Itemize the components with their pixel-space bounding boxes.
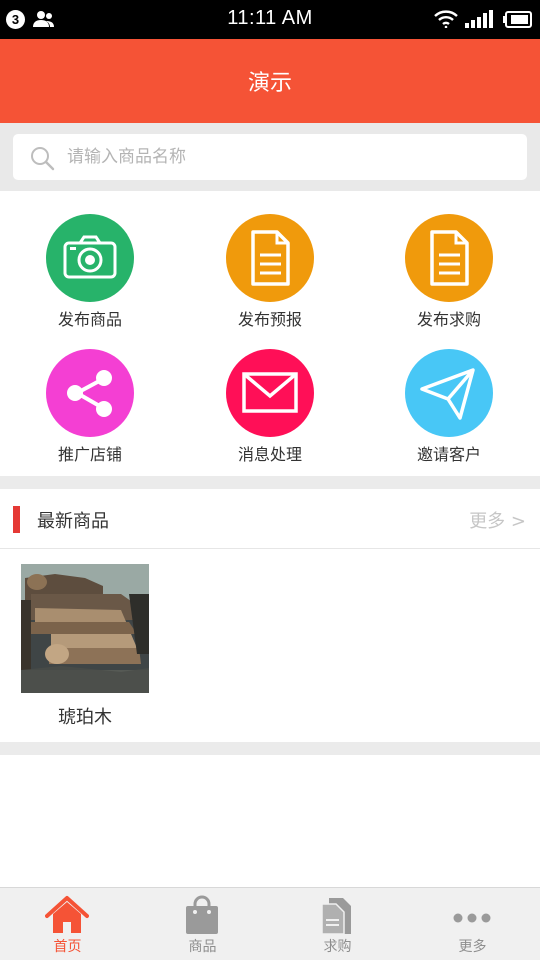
search-area (0, 123, 540, 191)
action-label: 发布预报 (237, 310, 302, 329)
home-icon (45, 896, 89, 933)
action-circle (405, 214, 493, 302)
latest-products-list: 琥珀木 (0, 550, 540, 742)
status-clock: 11:11 AM (227, 7, 313, 29)
section-title: 最新商品 (37, 511, 109, 532)
status-bar: 3 11:11 AM (0, 0, 540, 39)
document-icon (430, 230, 469, 286)
action-circle (226, 349, 314, 437)
send-icon (420, 368, 475, 420)
action-promote-store[interactable]: 推广店铺 (0, 349, 180, 479)
action-invite-customers[interactable]: 邀请客户 (359, 349, 539, 479)
action-label: 消息处理 (237, 445, 302, 464)
more-dots-icon (453, 913, 491, 923)
search-box[interactable] (13, 134, 527, 180)
document-icon (251, 230, 290, 286)
action-circle (405, 349, 493, 437)
action-label: 发布求购 (416, 310, 481, 329)
camera-icon (63, 235, 117, 279)
latest-products-header: 最新商品 更多 > (0, 489, 540, 549)
tab-home[interactable]: 首页 (0, 888, 135, 960)
shopping-bag-icon (186, 895, 218, 934)
product-image (21, 564, 149, 693)
more-link[interactable]: 更多 > (469, 507, 526, 533)
product-name: 琥珀木 (58, 707, 112, 728)
battery-icon (503, 11, 532, 28)
app-header: 演示 (0, 39, 540, 123)
action-publish-request[interactable]: 发布求购 (359, 214, 539, 344)
tab-label: 求购 (323, 939, 352, 955)
documents-icon (321, 898, 351, 935)
action-publish-forecast[interactable]: 发布预报 (180, 214, 360, 344)
action-label: 发布商品 (57, 310, 122, 329)
quick-actions-grid: 发布商品 发布预报 发布求购 推广店铺 消息处理 邀请客户 (0, 191, 540, 476)
search-input[interactable] (67, 144, 507, 170)
action-publish-product[interactable]: 发布商品 (0, 214, 180, 344)
share-icon (67, 370, 112, 417)
action-circle (226, 214, 314, 302)
section-marker (13, 506, 20, 533)
wifi-icon (434, 10, 458, 28)
tab-label: 商品 (188, 939, 217, 955)
action-label: 推广店铺 (57, 445, 122, 464)
product-card[interactable]: 琥珀木 (21, 564, 149, 729)
action-circle (46, 214, 134, 302)
search-icon (31, 147, 55, 171)
bottom-tab-bar: 首页 商品 求购 更多 (0, 887, 540, 960)
tab-more[interactable]: 更多 (405, 888, 540, 960)
signal-icon (465, 10, 493, 28)
section-divider (0, 476, 540, 489)
section-divider (0, 742, 540, 755)
action-label: 邀请客户 (416, 445, 481, 464)
action-messages[interactable]: 消息处理 (180, 349, 360, 479)
tab-label: 首页 (53, 939, 82, 955)
mail-icon (242, 372, 298, 413)
tab-products[interactable]: 商品 (135, 888, 270, 960)
page-title: 演示 (247, 71, 292, 96)
tab-label: 更多 (458, 939, 487, 955)
tab-requests[interactable]: 求购 (270, 888, 405, 960)
action-circle (46, 349, 134, 437)
